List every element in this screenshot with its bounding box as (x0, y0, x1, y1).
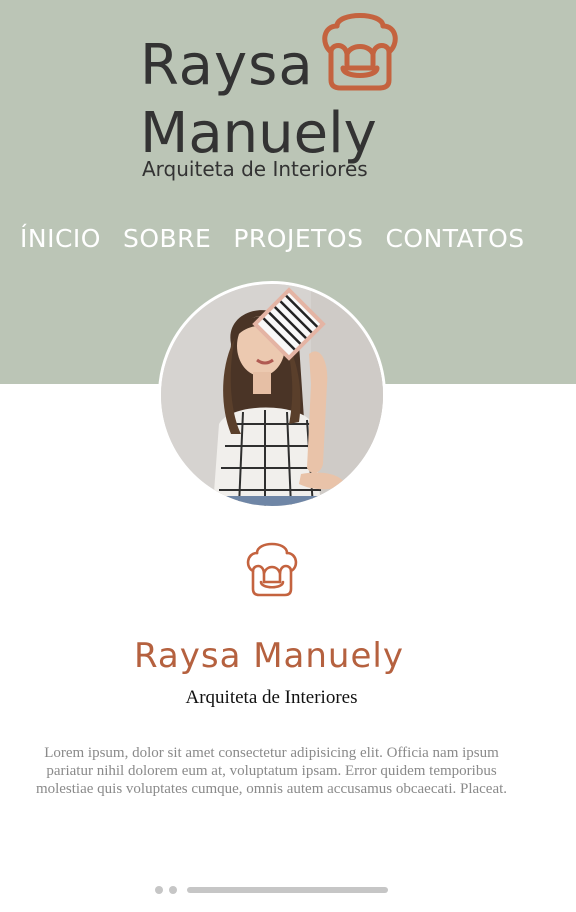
nav-item-sobre[interactable]: SOBRE (123, 222, 211, 256)
portrait-illustration (161, 284, 383, 506)
brand-logo[interactable]: Raysa Manuely Arquiteta de Interiores (140, 4, 410, 184)
brand-tagline: Arquiteta de Interiores (142, 157, 368, 181)
scroll-indicator (0, 882, 576, 896)
nav-item-contatos[interactable]: CONTATOS (385, 222, 524, 256)
profile-role: Arquiteta de Interiores (185, 687, 358, 708)
brand-name-first: Raysa (140, 33, 314, 98)
armchair-icon (246, 542, 298, 597)
profile-photo (158, 281, 386, 509)
profile-name: Raysa Manuely (134, 636, 404, 676)
nav-item-projetos[interactable]: PROJETOS (233, 222, 363, 256)
about-text: Lorem ipsum, dolor sit amet consectetur … (35, 745, 508, 797)
armchair-icon (322, 13, 398, 91)
main-nav: ÍNICIO SOBRE PROJETOS CONTATOS (20, 222, 525, 256)
scrollbar-thumb[interactable] (187, 887, 388, 893)
pager-dot[interactable] (169, 886, 177, 894)
nav-item-inicio[interactable]: ÍNICIO (20, 222, 101, 256)
pager-dot[interactable] (155, 886, 163, 894)
